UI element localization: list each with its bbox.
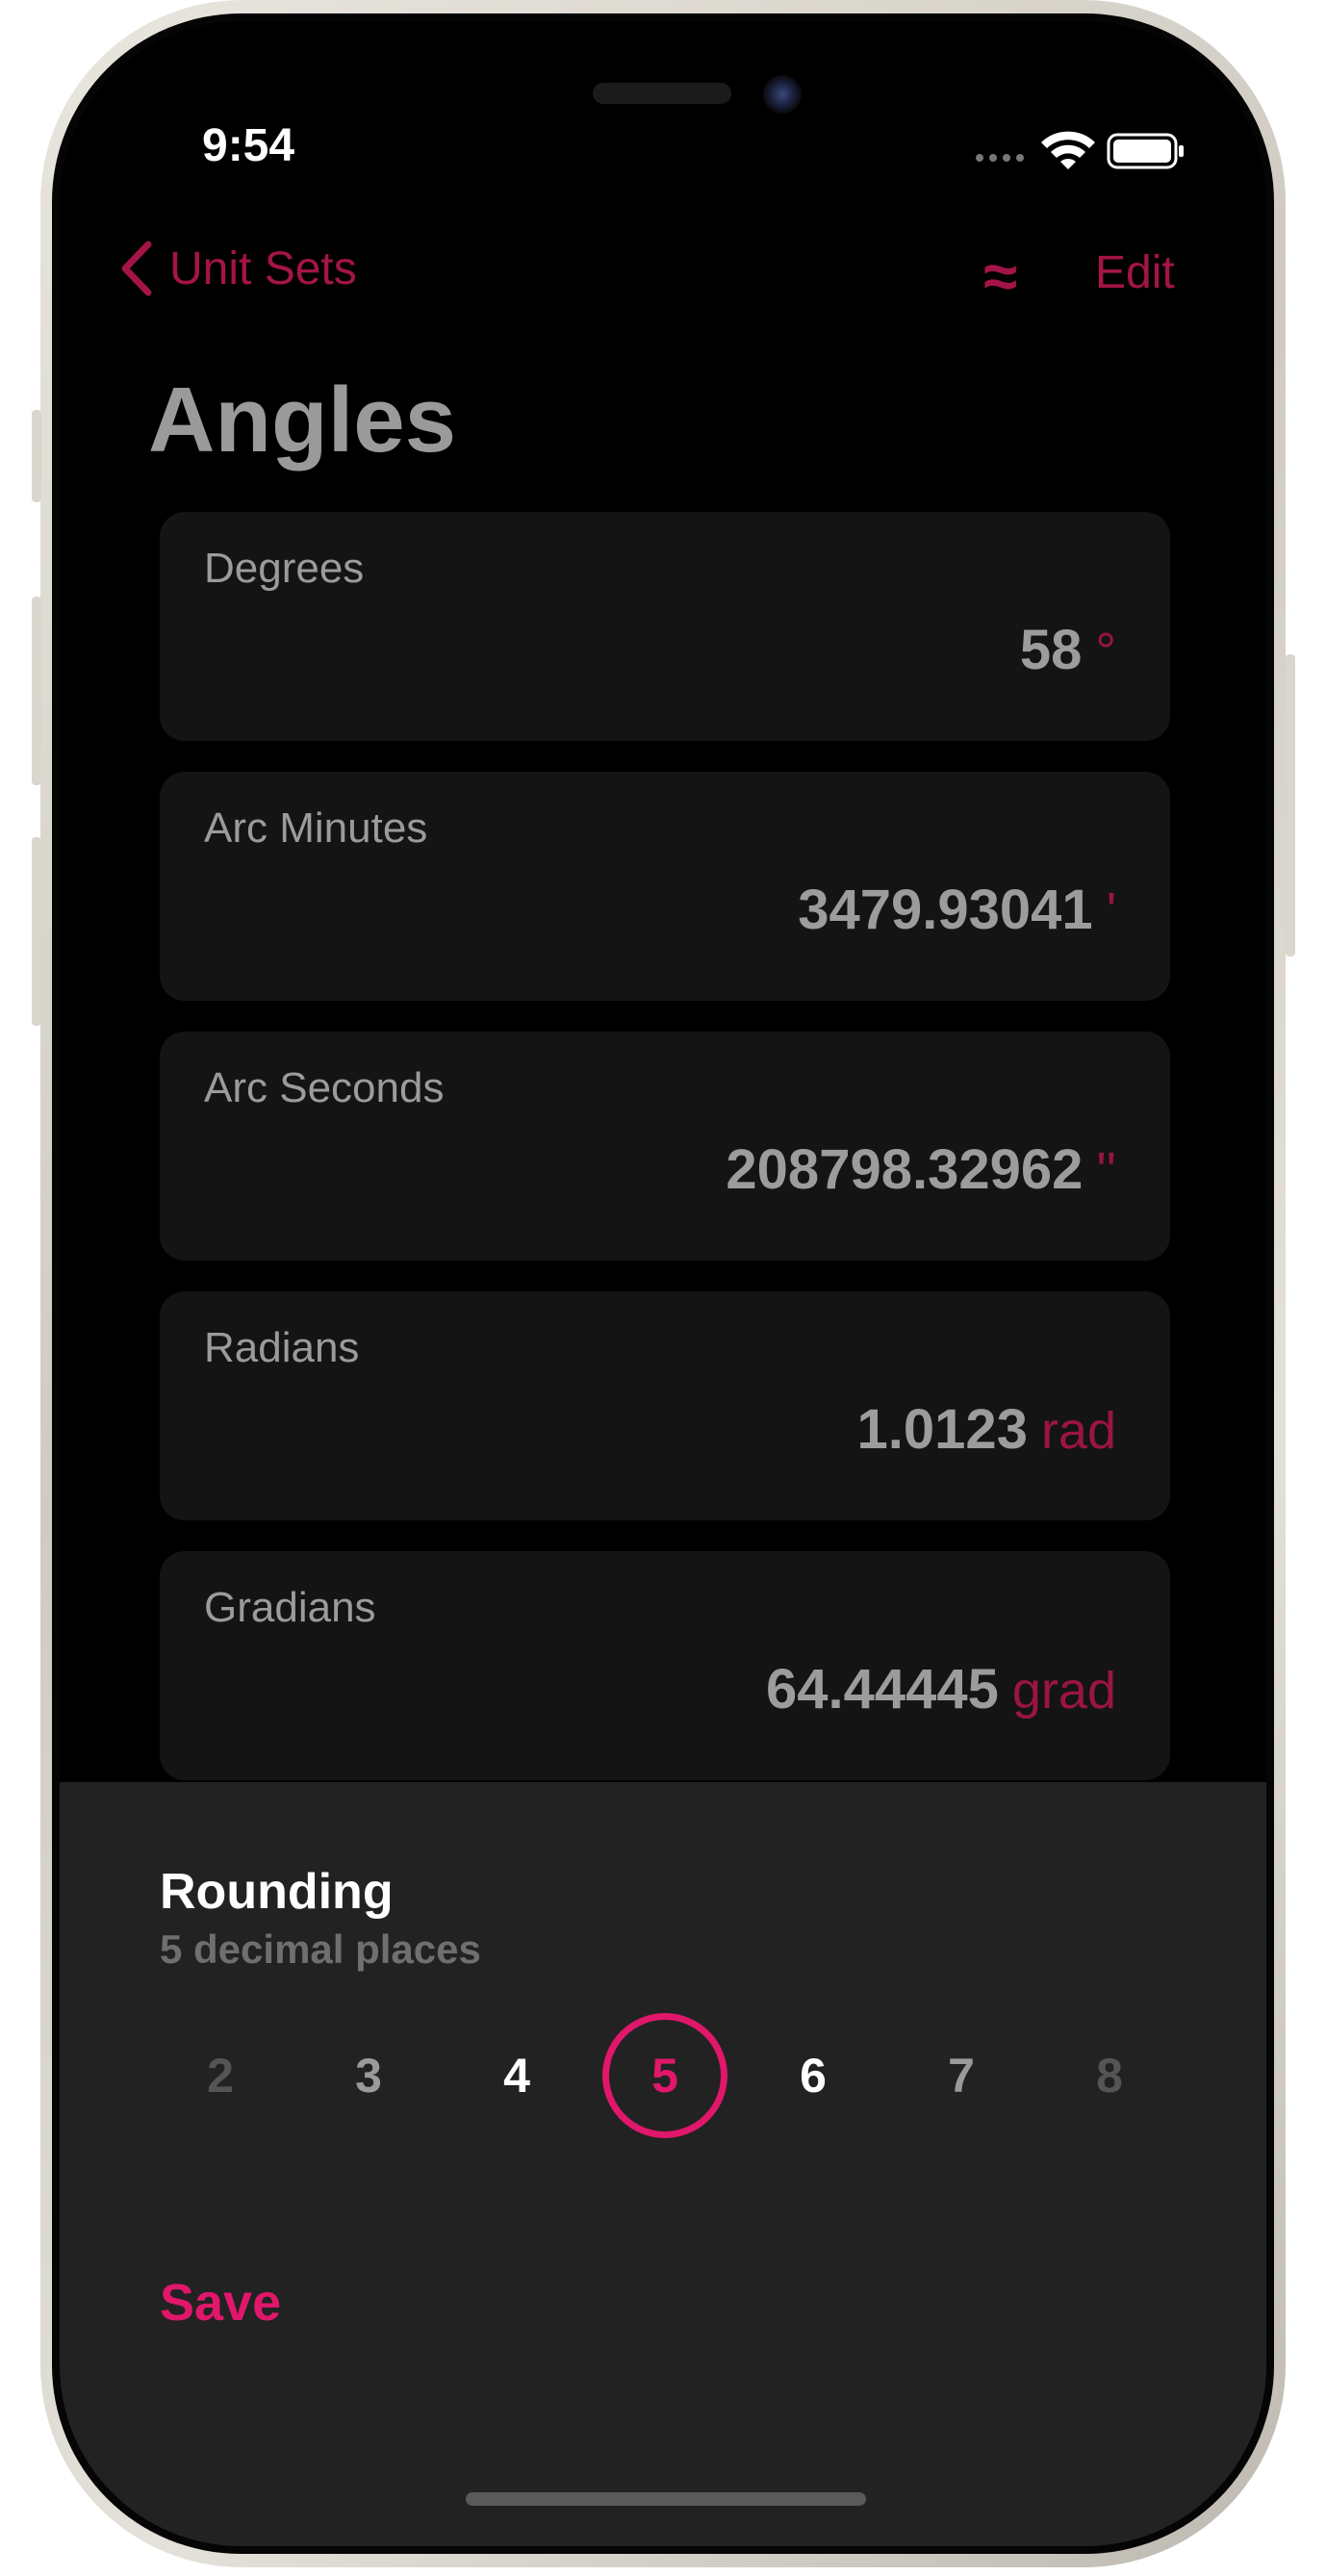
rounding-option[interactable]: 7 — [899, 2013, 1024, 2138]
back-button[interactable]: Unit Sets — [119, 241, 357, 296]
save-button[interactable]: Save — [160, 2273, 281, 2333]
speaker-grille — [593, 83, 731, 104]
unit-card-arc-seconds[interactable]: Arc Seconds 208798.32962 '' — [160, 1032, 1170, 1261]
chevron-left-icon — [121, 241, 152, 296]
rounding-option[interactable]: 2 — [158, 2013, 283, 2138]
unit-value-row: 64.44445 grad — [766, 1657, 1116, 1722]
power-button — [1286, 654, 1295, 956]
unit-symbol: rad — [1040, 1402, 1116, 1460]
approx-button[interactable]: ≈ — [983, 241, 1017, 312]
wifi-icon — [1041, 131, 1095, 169]
status-icons — [972, 121, 1193, 169]
rounding-option[interactable]: 8 — [1047, 2013, 1172, 2138]
rounding-sheet: Rounding 5 decimal places 2 3 4 5 6 7 8 … — [60, 1782, 1266, 2546]
status-time: 9:54 — [202, 120, 295, 171]
unit-symbol: ' — [1106, 882, 1116, 940]
unit-value: 3479.93041 — [798, 879, 1093, 941]
screen: 9:54 Unit Sets ≈ Edit Angles Degrees 58 … — [60, 21, 1266, 2546]
battery-icon — [1107, 133, 1184, 169]
rounding-option[interactable]: 3 — [306, 2013, 431, 2138]
unit-card-arc-minutes[interactable]: Arc Minutes 3479.93041 ' — [160, 772, 1170, 1001]
silent-switch — [32, 410, 41, 502]
unit-label: Gradians — [204, 1584, 376, 1631]
unit-value: 58 — [1019, 619, 1083, 681]
rounding-subtitle: 5 decimal places — [160, 1926, 481, 1972]
rounding-option[interactable]: 4 — [454, 2013, 579, 2138]
unit-value-row: 208798.32962 '' — [726, 1137, 1116, 1202]
back-label: Unit Sets — [169, 242, 357, 294]
unit-label: Degrees — [204, 545, 365, 592]
unit-card-radians[interactable]: Radians 1.0123 rad — [160, 1291, 1170, 1520]
unit-value: 208798.32962 — [726, 1138, 1084, 1201]
rounding-option-selected[interactable]: 5 — [602, 2013, 727, 2138]
unit-card-degrees[interactable]: Degrees 58 ° — [160, 512, 1170, 741]
unit-label: Radians — [204, 1324, 360, 1371]
unit-symbol: grad — [1011, 1662, 1116, 1720]
rounding-picker[interactable]: 2 3 4 5 6 7 8 — [60, 2013, 1266, 2157]
page-title: Angles — [148, 369, 457, 472]
rounding-option[interactable]: 6 — [751, 2013, 876, 2138]
rounding-title: Rounding — [160, 1864, 394, 1920]
unit-value-row: 58 ° — [1020, 618, 1116, 682]
unit-label: Arc Seconds — [204, 1064, 445, 1111]
edit-button[interactable]: Edit — [1095, 246, 1175, 299]
unit-label: Arc Minutes — [204, 804, 428, 852]
unit-value-row: 3479.93041 ' — [798, 878, 1116, 942]
unit-card-gradians[interactable]: Gradians 64.44445 grad — [160, 1551, 1170, 1780]
unit-value: 64.44445 — [765, 1658, 999, 1721]
volume-up-button — [32, 597, 41, 785]
unit-value-row: 1.0123 rad — [857, 1397, 1116, 1462]
volume-down-button — [32, 837, 41, 1026]
unit-symbol: ° — [1095, 623, 1116, 680]
unit-value: 1.0123 — [856, 1398, 1028, 1461]
unit-symbol: '' — [1096, 1142, 1116, 1200]
home-indicator[interactable] — [466, 2492, 866, 2506]
front-camera — [763, 75, 802, 114]
cellular-icon — [976, 154, 1024, 162]
